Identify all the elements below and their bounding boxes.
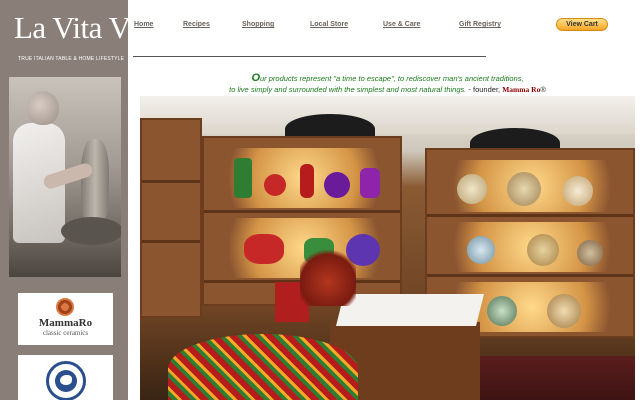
mammaro-logo-card[interactable]: MammaRo classic ceramics [18,293,113,345]
sidebar: La Vita Vera™ TRUE ITALIAN TABLE & HOME … [0,0,170,400]
nav-use-care[interactable]: Use & Care [383,21,420,28]
view-cart-button[interactable]: View Cart [556,18,608,31]
bird-icon [60,375,72,385]
nav-home[interactable]: Home [134,21,153,28]
nav-recipes[interactable]: Recipes [183,21,210,28]
nav-shopping[interactable]: Shopping [242,21,274,28]
founder-brand: Mamma Ro [502,85,541,94]
nav-local-store[interactable]: Local Store [310,21,348,28]
partner-seal-card[interactable] [18,355,113,400]
mammaro-name: MammaRo [38,317,93,329]
mission-statement: Our products represent "a time to escape… [229,72,546,95]
partner-seal-icon [46,361,86,400]
mammaro-emblem-icon [56,298,74,316]
site-logo[interactable]: La Vita Vera™ TRUE ITALIAN TABLE & HOME … [8,8,170,70]
store-interior-photo [140,96,635,400]
nav-divider [133,56,486,57]
nav-gift-registry[interactable]: Gift Registry [459,21,501,28]
mammaro-subtitle: classic ceramics [42,329,89,337]
potter-photo [9,77,121,277]
logo-wordmark: La Vita Vera™ [14,10,170,45]
logo-tagline: TRUE ITALIAN TABLE & HOME LIFESTYLE [18,56,125,62]
